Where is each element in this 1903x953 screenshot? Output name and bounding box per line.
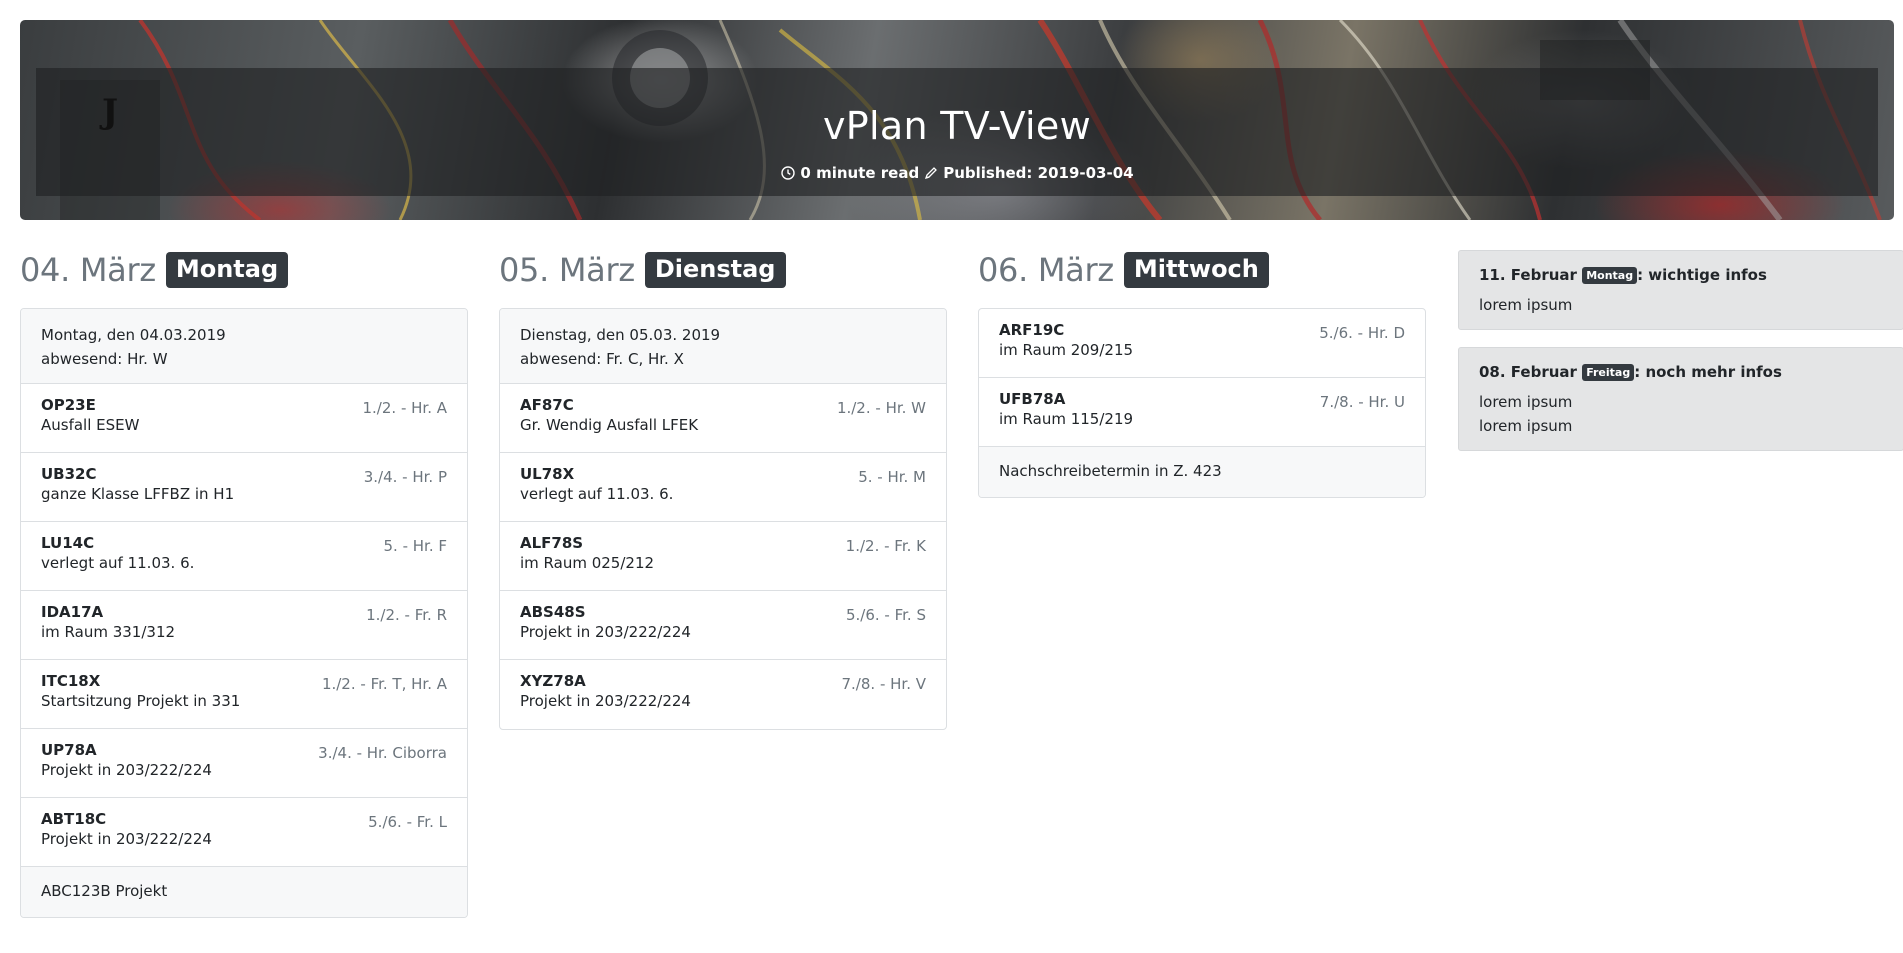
summary-line: Montag, den 04.03.2019 bbox=[41, 326, 226, 344]
substitution-card: Dienstag, den 05.03. 2019 abwesend: Fr. … bbox=[499, 308, 947, 730]
substitution-card: Montag, den 04.03.2019 abwesend: Hr. W O… bbox=[20, 308, 468, 918]
day-footer-note: Nachschreibetermin in Z. 423 bbox=[979, 447, 1425, 497]
entry-note: im Raum 115/219 bbox=[999, 410, 1134, 428]
list-item: ALF78S im Raum 025/212 1./2. - Fr. K bbox=[500, 522, 946, 591]
info-weekday-badge: Montag bbox=[1582, 267, 1638, 284]
day-summary: Montag, den 04.03.2019 abwesend: Hr. W bbox=[21, 309, 467, 384]
info-line: lorem ipsum bbox=[1479, 296, 1573, 314]
info-card: 08. Februar Freitag: noch mehr infos lor… bbox=[1458, 347, 1903, 451]
list-item: XYZ78A Projekt in 203/222/224 7./8. - Hr… bbox=[500, 660, 946, 729]
header-banner: J vPlan TV-View 0 minute read Published:… bbox=[20, 20, 1894, 220]
info-line: lorem ipsum bbox=[1479, 393, 1573, 411]
weekday-badge: Montag bbox=[165, 252, 289, 288]
info-sidebar: 11. Februar Montag: wichtige infos lorem… bbox=[1458, 250, 1903, 468]
day-date: 06. März bbox=[978, 251, 1114, 289]
summary-line: abwesend: Fr. C, Hr. X bbox=[520, 350, 684, 368]
list-item: ABS48S Projekt in 203/222/224 5./6. - Fr… bbox=[500, 591, 946, 660]
list-item: UL78X verlegt auf 11.03. 6. 5. - Hr. M bbox=[500, 453, 946, 522]
pencil-icon bbox=[923, 165, 939, 181]
entry-note: Projekt in 203/222/224 bbox=[41, 830, 212, 848]
entry-teacher: 5. - Hr. F bbox=[383, 537, 448, 555]
list-item: ARF19C im Raum 209/215 5./6. - Hr. D bbox=[979, 309, 1425, 378]
entry-teacher: 5./6. - Fr. L bbox=[368, 813, 447, 831]
entry-note: im Raum 025/212 bbox=[520, 554, 655, 572]
day-date: 04. März bbox=[20, 251, 156, 289]
list-item: LU14C verlegt auf 11.03. 6. 5. - Hr. F bbox=[21, 522, 467, 591]
entry-note: Projekt in 203/222/224 bbox=[520, 692, 691, 710]
summary-line: Dienstag, den 05.03. 2019 bbox=[520, 326, 721, 344]
info-date: 11. Februar bbox=[1479, 266, 1577, 284]
substitution-card: ARF19C im Raum 209/215 5./6. - Hr. D UFB… bbox=[978, 308, 1426, 498]
entry-teacher: 1./2. - Fr. T, Hr. A bbox=[321, 675, 447, 693]
day-heading: 06. März Mittwoch bbox=[978, 250, 1426, 290]
day-column-dienstag: 05. März Dienstag Dienstag, den 05.03. 2… bbox=[499, 250, 947, 730]
weekday-badge: Mittwoch bbox=[1123, 252, 1269, 288]
entry-teacher: 1./2. - Hr. W bbox=[836, 399, 926, 417]
entry-teacher: 5./6. - Fr. S bbox=[845, 606, 926, 624]
entry-teacher: 3./4. - Hr. Ciborra bbox=[318, 744, 447, 762]
list-item: AF87C Gr. Wendig Ausfall LFEK 1./2. - Hr… bbox=[500, 384, 946, 453]
entry-teacher: 1./2. - Hr. A bbox=[362, 399, 448, 417]
list-item: ITC18X Startsitzung Projekt in 331 1./2.… bbox=[21, 660, 467, 729]
list-item: UP78A Projekt in 203/222/224 3./4. - Hr.… bbox=[21, 729, 467, 798]
entry-note: im Raum 331/312 bbox=[41, 623, 176, 641]
entry-teacher: 3./4. - Hr. P bbox=[363, 468, 447, 486]
entry-note: verlegt auf 11.03. 6. bbox=[41, 554, 195, 572]
info-title: 08. Februar Freitag: noch mehr infos bbox=[1479, 360, 1883, 384]
entry-note: Startsitzung Projekt in 331 bbox=[41, 692, 241, 710]
info-title: 11. Februar Montag: wichtige infos bbox=[1479, 263, 1883, 287]
day-column-mittwoch: 06. März Mittwoch ARF19C im Raum 209/215… bbox=[978, 250, 1426, 498]
list-item: ABT18C Projekt in 203/222/224 5./6. - Fr… bbox=[21, 798, 467, 867]
day-footer-note: ABC123B Projekt bbox=[21, 867, 467, 917]
page-title: vPlan TV-View bbox=[823, 104, 1091, 148]
weekday-badge: Dienstag bbox=[644, 252, 786, 288]
entry-note: Ausfall ESEW bbox=[41, 416, 140, 434]
clock-icon bbox=[780, 165, 796, 181]
day-heading: 04. März Montag bbox=[20, 250, 468, 290]
list-item: IDA17A im Raum 331/312 1./2. - Fr. R bbox=[21, 591, 467, 660]
post-meta: 0 minute read Published: 2019-03-04 bbox=[20, 164, 1894, 182]
day-date: 05. März bbox=[499, 251, 635, 289]
info-heading: : wichtige infos bbox=[1637, 266, 1767, 284]
entry-teacher: 1./2. - Fr. K bbox=[845, 537, 926, 555]
entry-teacher: 5./6. - Hr. D bbox=[1319, 324, 1405, 342]
list-item: UFB78A im Raum 115/219 7./8. - Hr. U bbox=[979, 378, 1425, 447]
day-summary: Dienstag, den 05.03. 2019 abwesend: Fr. … bbox=[500, 309, 946, 384]
info-body: lorem ipsum bbox=[1479, 293, 1883, 317]
info-weekday-badge: Freitag bbox=[1582, 364, 1635, 381]
entry-teacher: 7./8. - Hr. U bbox=[1319, 393, 1405, 411]
info-heading: : noch mehr infos bbox=[1634, 363, 1782, 381]
entry-note: Projekt in 203/222/224 bbox=[520, 623, 691, 641]
day-heading: 05. März Dienstag bbox=[499, 250, 947, 290]
list-item: UB32C ganze Klasse LFFBZ in H1 3./4. - H… bbox=[21, 453, 467, 522]
entry-note: Projekt in 203/222/224 bbox=[41, 761, 212, 779]
entry-note: im Raum 209/215 bbox=[999, 341, 1134, 359]
read-time: 0 minute read bbox=[800, 164, 920, 182]
entry-note: Gr. Wendig Ausfall LFEK bbox=[520, 416, 699, 434]
entry-note: ganze Klasse LFFBZ in H1 bbox=[41, 485, 235, 503]
day-column-montag: 04. März Montag Montag, den 04.03.2019 a… bbox=[20, 250, 468, 918]
entry-teacher: 7./8. - Hr. V bbox=[841, 675, 927, 693]
entry-note: verlegt auf 11.03. 6. bbox=[520, 485, 674, 503]
entry-teacher: 5. - Hr. M bbox=[858, 468, 926, 486]
published-date: Published: 2019-03-04 bbox=[943, 164, 1134, 182]
summary-line: abwesend: Hr. W bbox=[41, 350, 168, 368]
list-item: OP23E Ausfall ESEW 1./2. - Hr. A bbox=[21, 384, 467, 453]
info-body: lorem ipsum lorem ipsum bbox=[1479, 390, 1883, 438]
entry-teacher: 1./2. - Fr. R bbox=[366, 606, 447, 624]
info-date: 08. Februar bbox=[1479, 363, 1577, 381]
info-card: 11. Februar Montag: wichtige infos lorem… bbox=[1458, 250, 1903, 330]
info-line: lorem ipsum bbox=[1479, 417, 1573, 435]
